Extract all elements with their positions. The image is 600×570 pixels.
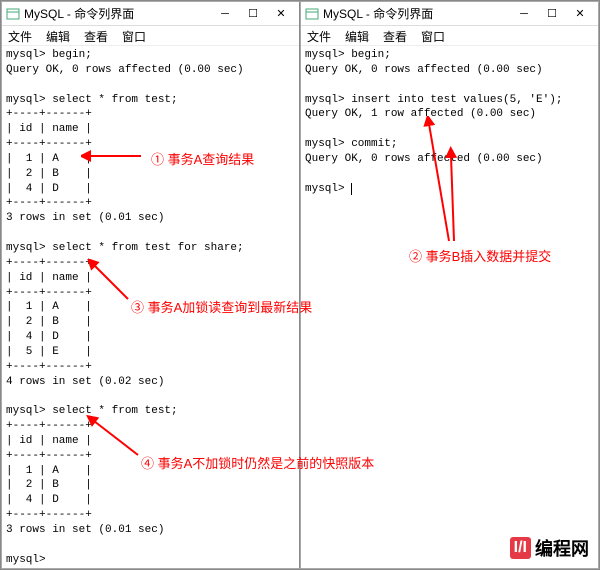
cursor [351,183,352,195]
maximize-button[interactable]: ☐ [239,4,267,24]
minimize-button[interactable]: ─ [510,4,538,24]
menu-view[interactable]: 查看 [383,28,407,43]
menu-file[interactable]: 文件 [307,28,331,43]
close-button[interactable]: ✕ [566,4,594,24]
menu-view[interactable]: 查看 [84,28,108,43]
logo-icon: I/I [510,537,531,559]
menu-edit[interactable]: 编辑 [46,28,70,43]
window-title: MySQL - 命令列界面 [323,5,510,22]
logo-text: 编程网 [535,535,589,561]
titlebar-left: MySQL - 命令列界面 ─ ☐ ✕ [2,2,299,26]
app-icon [6,7,20,21]
site-logo: I/I 编程网 [510,535,589,561]
window-right: MySQL - 命令列界面 ─ ☐ ✕ 文件 编辑 查看 窗口 mysql> b… [300,1,599,569]
annotation-3: ③ 事务A加锁读查询到最新结果 [131,297,312,316]
annotation-1: ① 事务A查询结果 [151,149,254,168]
annotation-2: ② 事务B插入数据并提交 [409,246,551,265]
menubar-left: 文件 编辑 查看 窗口 [2,26,299,46]
titlebar-right: MySQL - 命令列界面 ─ ☐ ✕ [301,2,598,26]
menubar-right: 文件 编辑 查看 窗口 [301,26,598,46]
menu-edit[interactable]: 编辑 [345,28,369,43]
close-button[interactable]: ✕ [267,4,295,24]
terminal-right[interactable]: mysql> begin; Query OK, 0 rows affected … [301,46,598,568]
menu-file[interactable]: 文件 [8,28,32,43]
terminal-right-content: mysql> begin; Query OK, 0 rows affected … [305,49,562,195]
menu-window[interactable]: 窗口 [122,28,146,43]
minimize-button[interactable]: ─ [211,4,239,24]
annotation-4: ④ 事务A不加锁时仍然是之前的快照版本 [141,453,374,472]
app-icon [305,7,319,21]
maximize-button[interactable]: ☐ [538,4,566,24]
window-title: MySQL - 命令列界面 [24,5,211,22]
menu-window[interactable]: 窗口 [421,28,445,43]
window-left: MySQL - 命令列界面 ─ ☐ ✕ 文件 编辑 查看 窗口 mysql> b… [1,1,300,569]
